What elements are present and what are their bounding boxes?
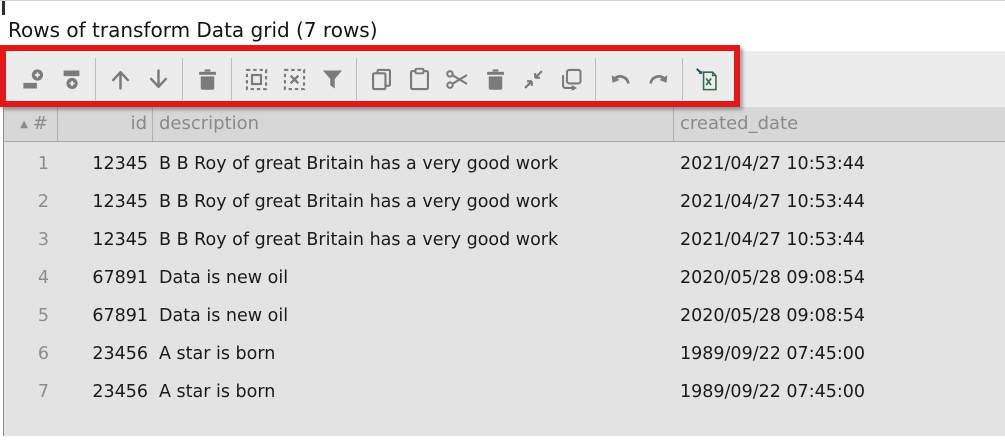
cell-num[interactable]: 3 xyxy=(4,221,58,259)
cell-created_date[interactable]: 2021/04/27 10:53:44 xyxy=(674,145,1005,183)
transform-data-grid-window: Rows of transform Data grid (7 rows) ▲#i… xyxy=(0,0,1005,441)
undo-button[interactable] xyxy=(602,61,638,97)
cell-description[interactable]: A star is born xyxy=(153,335,674,373)
grid-body: 112345B B Roy of great Britain has a ver… xyxy=(4,142,1005,411)
cell-description[interactable]: B B Roy of great Britain has a very good… xyxy=(153,221,674,259)
sort-ascending-icon: ▲ xyxy=(20,119,28,130)
table-row[interactable]: 723456A star is born1989/09/22 07:45:00 xyxy=(4,373,1005,411)
cell-id[interactable]: 12345 xyxy=(58,183,153,221)
toolbar-separator xyxy=(682,58,683,100)
table-row[interactable]: 312345B B Roy of great Britain has a ver… xyxy=(4,221,1005,259)
cell-created_date[interactable]: 2020/05/28 09:08:54 xyxy=(674,297,1005,335)
copy-icon xyxy=(368,66,395,93)
cell-created_date[interactable]: 1989/09/22 07:45:00 xyxy=(674,373,1005,411)
insert-row-below-button[interactable] xyxy=(53,61,89,97)
toolbar-separator xyxy=(182,58,183,100)
move-row-up-button[interactable] xyxy=(102,61,138,97)
cell-created_date[interactable]: 1989/09/22 07:45:00 xyxy=(674,335,1005,373)
column-header-label: created_date xyxy=(680,113,798,134)
toolbar-group xyxy=(601,61,677,97)
toolbar-separator xyxy=(231,58,232,100)
toolbar-separator xyxy=(356,58,357,100)
cell-description[interactable]: B B Roy of great Britain has a very good… xyxy=(153,145,674,183)
cell-created_date[interactable]: 2021/04/27 10:53:44 xyxy=(674,183,1005,221)
toolbar-separator xyxy=(595,58,596,100)
copy-button[interactable] xyxy=(363,61,399,97)
delete-icon xyxy=(482,66,509,93)
export-excel-icon xyxy=(694,66,721,93)
column-header-id[interactable]: id xyxy=(58,107,153,141)
cell-num[interactable]: 2 xyxy=(4,183,58,221)
page-title: Rows of transform Data grid (7 rows) xyxy=(8,18,378,42)
cell-num[interactable]: 1 xyxy=(4,145,58,183)
collapse-button[interactable] xyxy=(515,61,551,97)
toolbar-group xyxy=(237,61,351,97)
cell-id[interactable]: 12345 xyxy=(58,145,153,183)
cut-button[interactable] xyxy=(439,61,475,97)
delete-rows-icon xyxy=(194,66,221,93)
panel-edge-mark xyxy=(2,1,5,15)
cell-id[interactable]: 23456 xyxy=(58,373,153,411)
clear-selection-icon xyxy=(281,66,308,93)
select-all-icon xyxy=(243,66,270,93)
move-row-down-icon xyxy=(145,66,172,93)
column-header-label: # xyxy=(33,113,48,134)
column-header-label: id xyxy=(131,113,147,134)
delete-rows-button[interactable] xyxy=(189,61,225,97)
data-grid: ▲#iddescriptioncreated_date 112345B B Ro… xyxy=(3,107,1005,436)
column-header-num[interactable]: ▲# xyxy=(4,107,58,141)
cell-description[interactable]: A star is born xyxy=(153,373,674,411)
cell-id[interactable]: 67891 xyxy=(58,259,153,297)
table-row[interactable]: 467891Data is new oil2020/05/28 09:08:54 xyxy=(4,259,1005,297)
cell-id[interactable]: 67891 xyxy=(58,297,153,335)
toolbar-separator xyxy=(95,58,96,100)
collapse-icon xyxy=(520,66,547,93)
table-row[interactable]: 212345B B Roy of great Britain has a ver… xyxy=(4,183,1005,221)
cell-description[interactable]: Data is new oil xyxy=(153,297,674,335)
toolbar-group xyxy=(688,61,726,97)
cell-description[interactable]: Data is new oil xyxy=(153,259,674,297)
cell-created_date[interactable]: 2020/05/28 09:08:54 xyxy=(674,259,1005,297)
select-all-button[interactable] xyxy=(238,61,274,97)
paste-button[interactable] xyxy=(401,61,437,97)
cell-num[interactable]: 7 xyxy=(4,373,58,411)
insert-row-above-icon xyxy=(20,66,47,93)
toolbar-group xyxy=(14,61,90,97)
cell-description[interactable]: B B Roy of great Britain has a very good… xyxy=(153,183,674,221)
sync-button[interactable] xyxy=(553,61,589,97)
undo-icon xyxy=(607,66,634,93)
toolbar-group xyxy=(362,61,590,97)
filter-icon xyxy=(319,66,346,93)
insert-row-below-icon xyxy=(58,66,85,93)
cut-icon xyxy=(444,66,471,93)
cell-num[interactable]: 6 xyxy=(4,335,58,373)
redo-button[interactable] xyxy=(640,61,676,97)
cell-num[interactable]: 4 xyxy=(4,259,58,297)
grid-toolbar xyxy=(0,51,1005,107)
cell-num[interactable]: 5 xyxy=(4,297,58,335)
table-row[interactable]: 623456A star is born1989/09/22 07:45:00 xyxy=(4,335,1005,373)
insert-row-above-button[interactable] xyxy=(15,61,51,97)
paste-icon xyxy=(406,66,433,93)
move-row-down-button[interactable] xyxy=(140,61,176,97)
column-header-description[interactable]: description xyxy=(153,107,674,141)
delete-button[interactable] xyxy=(477,61,513,97)
cell-created_date[interactable]: 2021/04/27 10:53:44 xyxy=(674,221,1005,259)
redo-icon xyxy=(645,66,672,93)
sync-icon xyxy=(558,66,585,93)
toolbar-group xyxy=(101,61,177,97)
clear-selection-button[interactable] xyxy=(276,61,312,97)
toolbar-groups xyxy=(14,58,726,100)
column-header-created_date[interactable]: created_date xyxy=(674,107,1005,141)
export-excel-button[interactable] xyxy=(689,61,725,97)
table-row[interactable]: 567891Data is new oil2020/05/28 09:08:54 xyxy=(4,297,1005,335)
move-row-up-icon xyxy=(107,66,134,93)
filter-button[interactable] xyxy=(314,61,350,97)
table-row[interactable]: 112345B B Roy of great Britain has a ver… xyxy=(4,145,1005,183)
column-header-label: description xyxy=(159,113,259,134)
cell-id[interactable]: 23456 xyxy=(58,335,153,373)
grid-header-row: ▲#iddescriptioncreated_date xyxy=(4,107,1005,142)
toolbar-group xyxy=(188,61,226,97)
cell-id[interactable]: 12345 xyxy=(58,221,153,259)
